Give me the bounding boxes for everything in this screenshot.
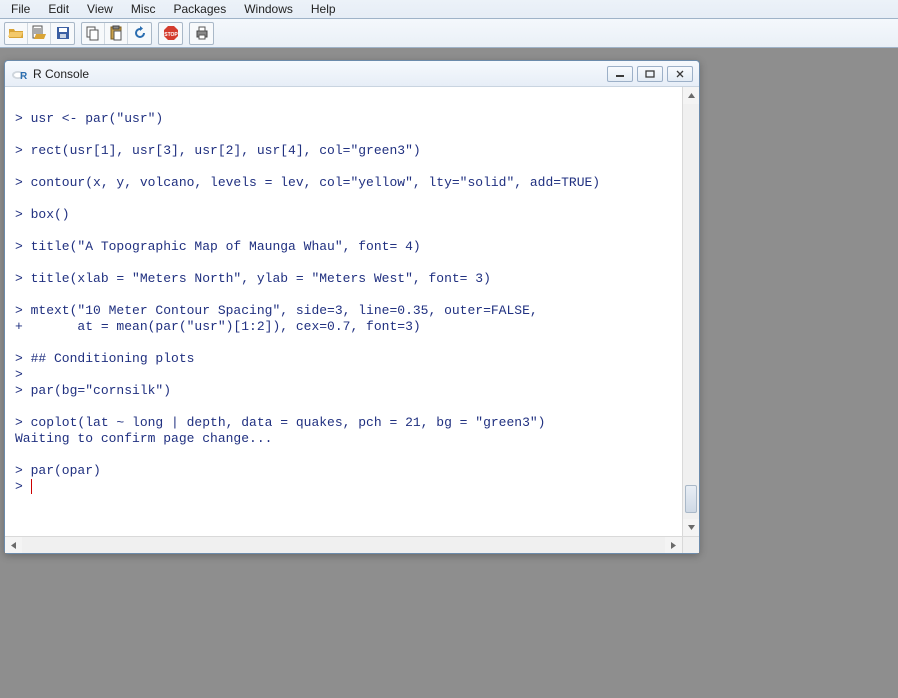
copy-paste-button[interactable] xyxy=(128,23,151,44)
vertical-scrollbar[interactable] xyxy=(682,87,699,536)
minimize-button[interactable] xyxy=(607,66,633,82)
scroll-thumb[interactable] xyxy=(685,485,697,513)
stop-button[interactable]: STOP xyxy=(159,23,182,44)
print-icon xyxy=(194,25,210,41)
save-button[interactable] xyxy=(51,23,74,44)
menu-file[interactable]: File xyxy=(2,0,39,18)
console-output[interactable]: > usr <- par("usr") > rect(usr[1], usr[3… xyxy=(5,87,682,536)
toolbar-group-print xyxy=(189,22,214,45)
scroll-down-arrow-icon[interactable] xyxy=(683,519,699,536)
paste-button[interactable] xyxy=(105,23,128,44)
menu-help[interactable]: Help xyxy=(302,0,345,18)
r-app-icon: R xyxy=(11,66,27,82)
scroll-track[interactable] xyxy=(683,104,699,519)
toolbar-group-file xyxy=(4,22,75,45)
menu-packages[interactable]: Packages xyxy=(165,0,236,18)
menu-windows[interactable]: Windows xyxy=(235,0,302,18)
open-icon xyxy=(8,25,24,41)
load-workspace-button[interactable] xyxy=(28,23,51,44)
svg-text:R: R xyxy=(20,71,27,82)
titlebar[interactable]: R R Console xyxy=(5,61,699,87)
open-button[interactable] xyxy=(5,23,28,44)
scroll-right-arrow-icon[interactable] xyxy=(665,537,682,553)
console-body: > usr <- par("usr") > rect(usr[1], usr[3… xyxy=(5,87,699,553)
toolbar: STOP xyxy=(0,19,898,48)
paste-icon xyxy=(108,25,124,41)
menu-view[interactable]: View xyxy=(78,0,122,18)
menubar: File Edit View Misc Packages Windows Hel… xyxy=(0,0,898,19)
toolbar-group-stop: STOP xyxy=(158,22,183,45)
toolbar-group-edit xyxy=(81,22,152,45)
stop-icon: STOP xyxy=(163,25,179,41)
close-button[interactable] xyxy=(667,66,693,82)
load-workspace-icon xyxy=(31,25,47,41)
save-icon xyxy=(55,25,71,41)
minimize-icon xyxy=(615,70,625,78)
scroll-up-arrow-icon[interactable] xyxy=(683,87,699,104)
r-console-window: R R Console > usr <- par("usr") > rect(u… xyxy=(4,60,700,554)
scrollbar-corner xyxy=(682,536,699,553)
scroll-left-arrow-icon[interactable] xyxy=(5,537,22,553)
horizontal-scrollbar[interactable] xyxy=(5,536,682,553)
copy-icon xyxy=(85,25,101,41)
menu-misc[interactable]: Misc xyxy=(122,0,165,18)
print-button[interactable] xyxy=(190,23,213,44)
close-icon xyxy=(675,70,685,78)
refresh-icon xyxy=(132,25,148,41)
maximize-icon xyxy=(645,70,655,78)
workspace: R R Console > usr <- par("usr") > rect(u… xyxy=(0,48,898,698)
window-controls xyxy=(607,66,693,82)
svg-text:STOP: STOP xyxy=(164,32,178,38)
copy-button[interactable] xyxy=(82,23,105,44)
menu-edit[interactable]: Edit xyxy=(39,0,78,18)
maximize-button[interactable] xyxy=(637,66,663,82)
window-title: R Console xyxy=(33,67,607,81)
